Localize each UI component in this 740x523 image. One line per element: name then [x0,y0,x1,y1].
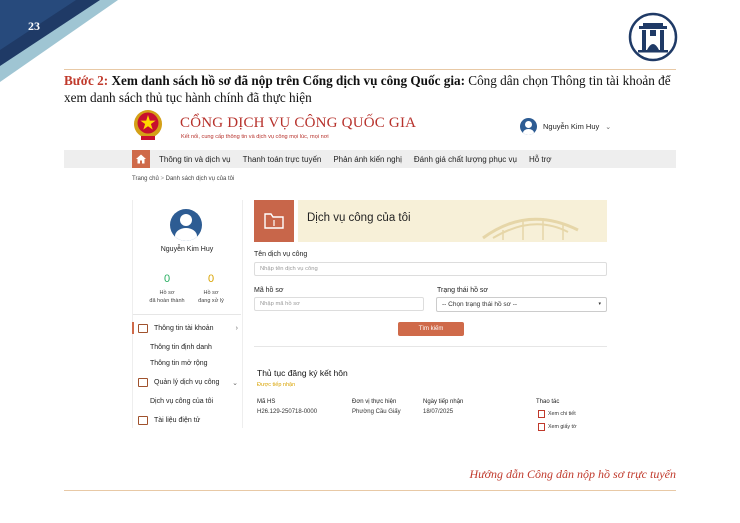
portal-title: CỔNG DỊCH VỤ CÔNG QUỐC GIA [180,115,417,131]
sidebar-item-account-info[interactable]: Thông tin tài khoản › [138,324,238,333]
caret-down-icon: ▾ [598,301,601,307]
processing-label-line1: Hồ sơ [203,290,219,296]
sidebar-item-my-services[interactable]: Dịch vụ công của tôi [150,398,213,405]
service-name-input[interactable]: Nhập tên dịch vụ công [254,262,607,276]
view-detail-label: Xem chi tiết [548,411,576,417]
document-icon [138,416,148,425]
sidebar-item-e-documents[interactable]: Tài liệu điện tử [138,416,200,425]
sidebar-item-label: Quản lý dịch vụ công [154,379,220,386]
column-header-actions: Thao tác [536,399,560,405]
national-emblem-icon [134,110,162,140]
nav-item-online-payment[interactable]: Thanh toán trực tuyến [243,155,322,164]
processing-label-line2: đang xử lý [198,298,224,304]
slide-footer-title: Hướng dẫn Công dân nộp hồ sơ trực tuyến [469,467,676,481]
view-detail-link[interactable]: Xem chi tiết [538,410,576,418]
page-title: Dịch vụ công của tôi [307,212,411,224]
active-indicator [132,322,134,334]
nav-items: Thông tin và dịch vụ Thanh toán trực tuy… [159,150,552,168]
record-unit: Phường Cầu Giấy [352,409,401,415]
search-button[interactable]: Tìm kiếm [398,322,464,336]
breadcrumb: Trang chủ > Danh sách dịch vụ của tôi [132,176,234,182]
breadcrumb-home[interactable]: Trang chủ [132,176,159,182]
chevron-down-icon: ⌄ [605,123,612,131]
record-code-input[interactable]: Nhập mã hồ sơ [254,297,424,311]
view-papers-label: Xem giấy tờ [548,424,577,430]
user-avatar-icon [520,118,537,135]
document-icon [538,410,545,418]
record-code: H26.129-250718-0000 [257,409,318,415]
status-label: Trạng thái hồ sơ [437,287,489,294]
completed-label-line2: đã hoàn thành [149,298,185,304]
service-name-label: Tên dịch vụ công [254,251,308,258]
record-date: 18/07/2025 [423,409,454,415]
nav-item-info-services[interactable]: Thông tin và dịch vụ [159,155,231,164]
instruction-heading: Xem danh sách hồ sơ đã nộp trên Cổng dịc… [108,73,465,88]
user-menu[interactable]: Nguyễn Kim Huy ⌄ [520,118,611,135]
record-code-label: Mã hồ sơ [254,287,284,294]
folder-icon [264,213,284,229]
record-title[interactable]: Thủ tục đăng ký kết hôn [257,368,348,378]
home-icon [136,154,146,164]
sidebar-divider [133,314,241,315]
sidebar-item-identity-info[interactable]: Thông tin định danh [150,344,212,351]
portal-subtitle: Kết nối, cung cấp thông tin và dịch vụ c… [181,134,329,140]
nav-item-feedback[interactable]: Phản ánh kiến nghị [333,155,402,164]
top-divider [64,69,676,70]
breadcrumb-current: Danh sách dịch vụ của tôi [165,176,235,182]
content-divider [254,346,607,347]
paper-icon [538,423,545,431]
hanoi-logo-icon [628,12,678,62]
view-papers-link[interactable]: Xem giấy tờ [538,423,577,431]
completed-label: Hồ sơ đã hoàn thành [147,289,187,305]
sidebar-item-label: Thông tin tài khoản [154,325,214,332]
completed-count: 0 [164,273,171,285]
instruction-text: Bước 2: Xem danh sách hồ sơ đã nộp trên … [64,72,676,106]
sidebar-item-manage-services[interactable]: Quản lý dịch vụ công ⌄ [138,378,238,387]
profile-avatar-icon [170,209,202,241]
services-icon [138,378,148,387]
column-header-code: Mã HS [257,399,276,405]
chevron-right-icon: › [235,325,238,332]
banner-icon-box [254,200,294,242]
status-select-value: -- Chọn trạng thái hồ sơ -- [442,301,518,308]
nav-item-support[interactable]: Hỗ trợ [529,155,552,164]
nav-item-service-rating[interactable]: Đánh giá chất lượng phục vụ [414,155,517,164]
chevron-down-icon: ⌄ [232,379,238,387]
profile-name: Nguyễn Kim Huy [160,246,214,253]
user-name: Nguyễn Kim Huy [543,122,600,131]
processing-count: 0 [208,273,215,285]
main-nav: Thông tin và dịch vụ Thanh toán trực tuy… [64,150,676,168]
completed-label-line1: Hồ sơ [159,290,175,296]
account-icon [138,324,148,333]
column-header-date: Ngày tiếp nhận [423,399,464,405]
sidebar-item-label: Tài liệu điện tử [154,417,201,424]
home-button[interactable] [132,150,150,168]
column-header-unit: Đơn vị thực hiện [352,399,397,405]
record-status-badge: Được tiếp nhận [257,382,296,388]
slide-number: 23 [28,19,40,33]
status-select[interactable]: -- Chọn trạng thái hồ sơ -- ▾ [436,297,607,312]
bottom-divider [64,490,676,491]
processing-label: Hồ sơ đang xử lý [191,289,231,305]
instruction-step: Bước 2: [64,73,109,88]
sidebar-item-extended-info[interactable]: Thông tin mở rộng [150,360,208,367]
